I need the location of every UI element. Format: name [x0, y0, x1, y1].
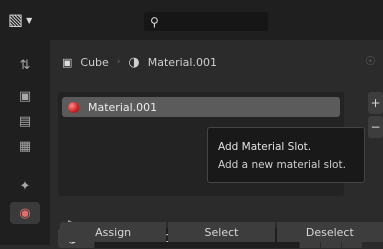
material-icon: ◉: [19, 205, 31, 221]
slot-actions: Assign Select Deselect: [60, 222, 383, 245]
slot-name: Material.001: [88, 100, 158, 114]
tooltip-description: Add a new material slot.: [218, 159, 346, 171]
breadcrumb-separator-icon: ›: [116, 57, 121, 67]
breadcrumb-object: Cube: [80, 55, 109, 69]
tab-render[interactable]: ▣: [10, 85, 40, 107]
view-layer-icon: ▦: [18, 138, 32, 154]
render-icon: ▣: [18, 88, 32, 104]
tab-object-data[interactable]: ✦: [10, 175, 40, 197]
properties-tabs: ⇅ ▣ ▤ ▦ ✦ ◉: [0, 40, 50, 245]
pin-icon[interactable]: ☉: [365, 54, 376, 68]
material-sphere-icon: ◑: [128, 54, 140, 70]
editor-type-dropdown[interactable]: ▧ ▼: [8, 11, 46, 29]
tab-material[interactable]: ◉: [10, 202, 40, 224]
properties-editor-icon: ▧: [8, 10, 24, 29]
search-input[interactable]: ⚲: [144, 12, 268, 31]
tab-view-layer[interactable]: ▦: [10, 135, 40, 157]
assign-button[interactable]: Assign: [60, 222, 167, 242]
remove-material-slot-button[interactable]: −: [368, 116, 383, 138]
chevron-down-icon: ▼: [26, 15, 33, 25]
material-preview-icon: [68, 101, 79, 113]
tooltip-title: Add Material Slot.: [218, 141, 312, 153]
tab-tool[interactable]: ⇅: [10, 54, 40, 76]
output-icon: ▤: [18, 113, 32, 129]
tab-output[interactable]: ▤: [10, 110, 40, 132]
breadcrumb-material: Material.001: [147, 55, 217, 69]
search-icon: ⚲: [150, 14, 159, 29]
select-button[interactable]: Select: [168, 222, 275, 242]
slot-side-buttons: + −: [368, 92, 383, 140]
list-item[interactable]: Material.001: [62, 97, 340, 117]
add-material-slot-button[interactable]: +: [368, 92, 383, 114]
tooltip: Add Material Slot. Add a new material sl…: [207, 127, 365, 183]
deselect-button[interactable]: Deselect: [276, 222, 383, 242]
object-icon: ▣: [62, 55, 73, 69]
top-bar: ▧ ▼ ⚲: [0, 0, 383, 40]
breadcrumb: ▣ Cube › ◑ Material.001: [62, 52, 217, 72]
object-data-icon: ✦: [19, 178, 31, 194]
tool-icon: ⇅: [19, 57, 31, 73]
